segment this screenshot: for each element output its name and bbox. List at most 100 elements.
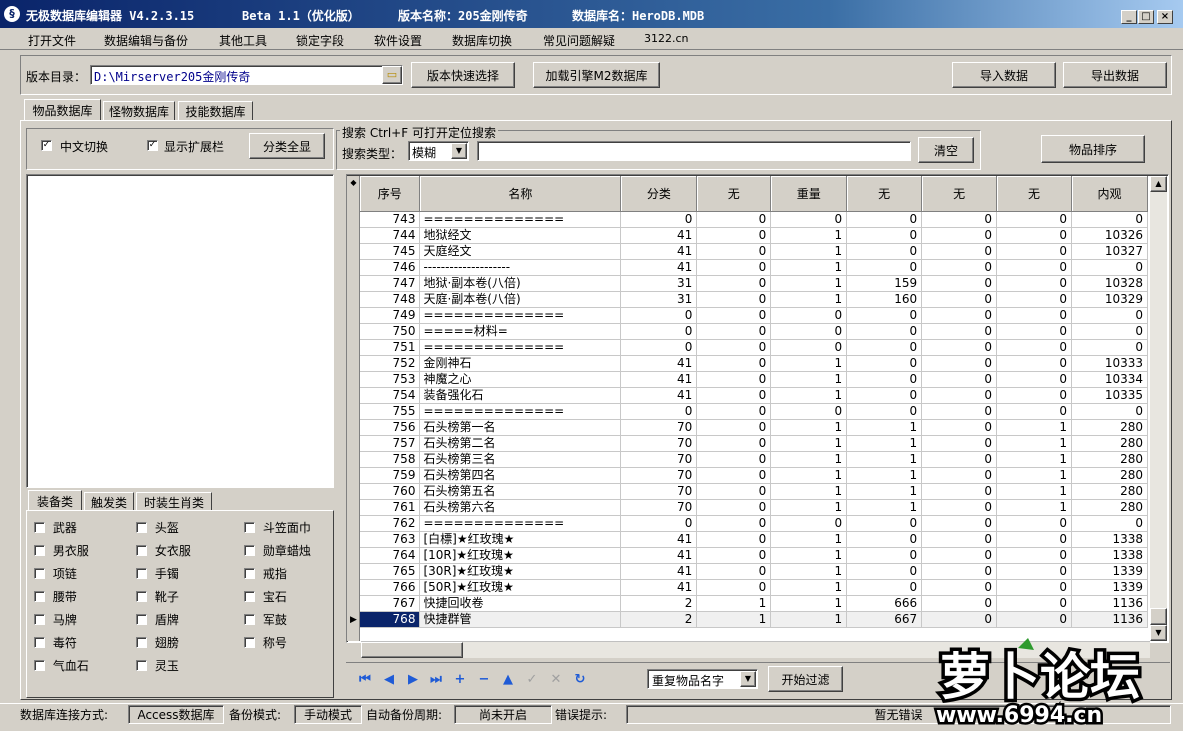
category-checkbox[interactable] [136,545,147,556]
table-cell[interactable]: 280 [1071,483,1148,500]
table-cell[interactable]: 0 [696,339,772,356]
table-cell[interactable]: 石头榜第二名 [419,435,622,452]
category-checkbox[interactable] [136,637,147,648]
table-cell[interactable]: 41 [620,563,698,580]
table-cell[interactable]: 1 [770,499,848,516]
table-cell[interactable]: =====材料= [419,323,622,340]
table-cell[interactable]: [30R]★红玫瑰★ [419,563,622,580]
show-all-button[interactable]: 分类全显 [249,133,325,159]
table-cell[interactable]: ============== [419,211,622,228]
table-cell[interactable]: 748 [360,291,421,308]
category-item[interactable]: 女衣服 [136,542,191,559]
column-header[interactable]: 名称 [419,176,622,212]
table-cell[interactable]: 0 [996,275,1072,292]
category-checkbox[interactable] [34,637,45,648]
column-header[interactable]: 序号 [360,176,421,212]
category-checkbox[interactable] [136,568,147,579]
table-cell[interactable]: 地狱·副本卷(八倍) [419,275,622,292]
category-checkbox[interactable] [244,545,255,556]
table-cell[interactable]: 10335 [1071,387,1148,404]
table-cell[interactable]: 1 [770,275,848,292]
category-checkbox[interactable] [136,614,147,625]
table-cell[interactable]: 0 [846,531,923,548]
table-cell[interactable]: 0 [996,291,1072,308]
table-row[interactable]: 763 [白標]★红玫瑰★ 41 0 1 0 0 0 1338 [360,531,1148,548]
table-row[interactable]: 764 [10R]★红玫瑰★ 41 0 1 0 0 0 1338 [360,547,1148,564]
table-cell[interactable]: 石头榜第四名 [419,467,622,484]
table-cell[interactable]: 0 [696,483,772,500]
table-cell[interactable]: ============== [419,307,622,324]
table-cell[interactable]: 金刚神石 [419,355,622,372]
table-cell[interactable]: 760 [360,483,421,500]
table-cell[interactable]: 0 [696,243,772,260]
table-cell[interactable]: 0 [921,595,998,612]
category-checkbox[interactable] [244,522,255,533]
category-item[interactable]: 头盔 [136,519,179,536]
table-cell[interactable]: 0 [620,339,698,356]
table-cell[interactable]: 766 [360,579,421,596]
table-cell[interactable]: 768 [360,611,421,628]
table-row[interactable]: 759 石头榜第四名 70 0 1 1 0 1 280 [360,467,1148,484]
table-cell[interactable]: 41 [620,259,698,276]
column-header[interactable]: 重量 [770,176,848,212]
table-row[interactable]: 762 ============== 0 0 0 0 0 0 0 [360,515,1148,532]
table-cell[interactable]: 749 [360,307,421,324]
table-cell[interactable]: 0 [846,515,923,532]
table-cell[interactable]: 280 [1071,451,1148,468]
item-listbox[interactable] [26,174,334,488]
table-cell[interactable]: 41 [620,387,698,404]
table-cell[interactable]: 0 [620,211,698,228]
category-checkbox[interactable] [244,614,255,625]
category-checkbox[interactable] [34,522,45,533]
table-cell[interactable]: 1 [770,243,848,260]
table-cell[interactable]: 0 [696,323,772,340]
table-cell[interactable]: 0 [846,355,923,372]
category-checkbox[interactable] [136,660,147,671]
table-cell[interactable]: 0 [696,419,772,436]
table-cell[interactable]: 10326 [1071,227,1148,244]
table-row[interactable]: 746 -------------------- 41 0 1 0 0 0 0 [360,259,1148,276]
table-cell[interactable]: 0 [921,291,998,308]
table-cell[interactable]: 0 [1071,211,1148,228]
dir-input[interactable]: D:\Mirserver205金刚传奇 [90,65,403,85]
table-cell[interactable]: 0 [696,291,772,308]
category-checkbox[interactable] [244,637,255,648]
table-cell[interactable]: 0 [921,243,998,260]
table-cell[interactable]: 0 [770,211,848,228]
table-cell[interactable]: 744 [360,227,421,244]
table-cell[interactable]: 0 [921,259,998,276]
table-cell[interactable]: 0 [996,611,1072,628]
table-cell[interactable]: 1 [770,579,848,596]
table-cell[interactable]: 70 [620,419,698,436]
table-cell[interactable]: 1 [696,595,772,612]
table-cell[interactable]: 2 [620,595,698,612]
table-cell[interactable]: 0 [696,259,772,276]
table-cell[interactable]: 1 [770,467,848,484]
table-cell[interactable]: 0 [921,403,998,420]
table-cell[interactable]: 0 [696,435,772,452]
delete-record-icon[interactable]: − [476,672,492,688]
table-cell[interactable]: 0 [996,355,1072,372]
table-cell[interactable]: 0 [846,579,923,596]
table-cell[interactable]: 753 [360,371,421,388]
table-cell[interactable]: 0 [770,323,848,340]
menu-faq[interactable]: 常见问题解疑 [543,32,615,49]
table-cell[interactable]: 31 [620,291,698,308]
export-button[interactable]: 导出数据 [1063,62,1167,88]
table-cell[interactable]: 装备强化石 [419,387,622,404]
grid-vscrollbar[interactable]: ▲ ▼ [1150,176,1167,641]
table-row[interactable]: 756 石头榜第一名 70 0 1 1 0 1 280 [360,419,1148,436]
table-cell[interactable]: 0 [846,563,923,580]
table-cell[interactable]: 0 [921,611,998,628]
table-cell[interactable]: 280 [1071,435,1148,452]
category-checkbox[interactable] [34,660,45,671]
table-cell[interactable]: 1 [846,499,923,516]
table-cell[interactable]: [10R]★红玫瑰★ [419,547,622,564]
category-checkbox[interactable] [34,591,45,602]
table-cell[interactable]: 0 [770,515,848,532]
table-cell[interactable]: 0 [921,547,998,564]
menu-other-tools[interactable]: 其他工具 [219,32,267,49]
category-checkbox[interactable] [136,591,147,602]
table-cell[interactable]: 1 [996,451,1072,468]
table-cell[interactable]: 1 [770,451,848,468]
